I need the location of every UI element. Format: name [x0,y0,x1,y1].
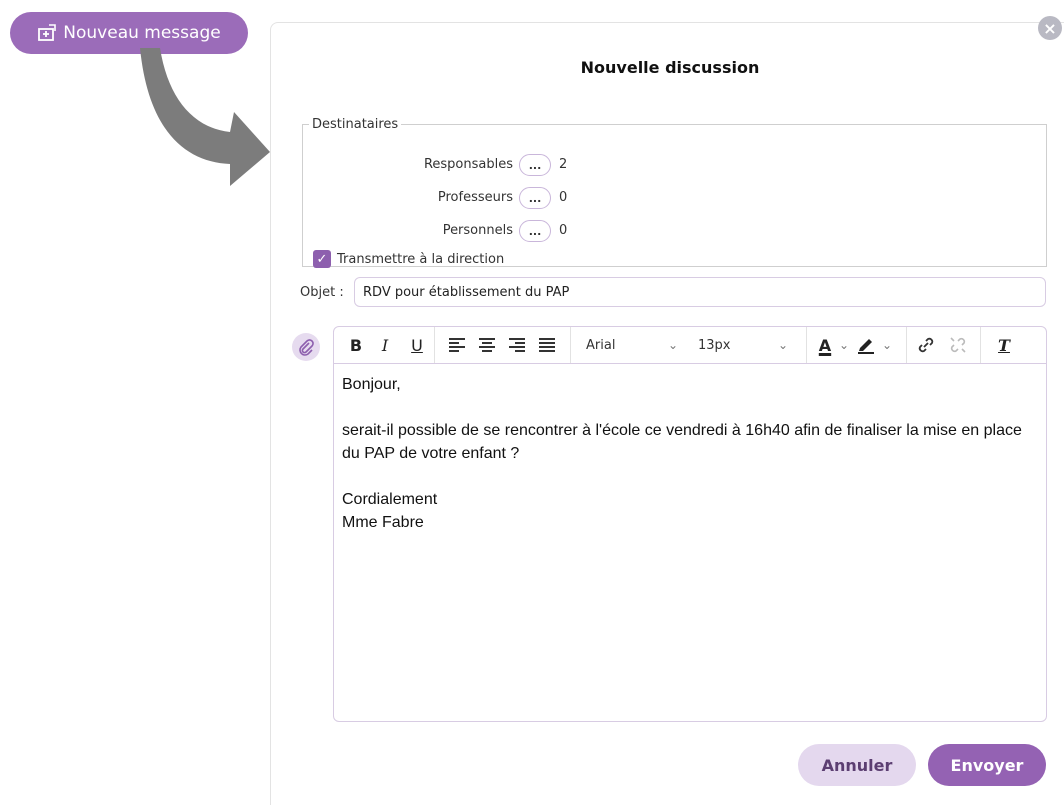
chevron-down-icon: ⌄ [668,338,679,352]
insert-link-button[interactable] [914,327,938,363]
toolbar-separator [806,327,807,363]
chevron-down-icon: ⌄ [778,338,789,352]
send-button[interactable]: Envoyer [928,744,1046,786]
align-right-button[interactable] [506,327,528,363]
body-line: Cordialement [342,491,438,508]
remove-link-button[interactable] [946,327,970,363]
body-line [342,465,1032,488]
message-editor: B I U Arial ⌄ 13px ⌄ A ⌄ ⌄ T Bonjour, se… [333,326,1047,722]
font-family-select[interactable]: Arial [586,327,696,363]
pointer-arrow [140,48,270,186]
toolbar-separator [906,327,907,363]
paperclip-icon [299,339,314,356]
recipient-label: Personnels [442,223,513,238]
select-responsables-button[interactable]: ... [519,154,551,176]
toolbar-separator [434,327,435,363]
new-message-label: Nouveau message [63,23,221,43]
italic-button[interactable]: I [374,327,396,363]
align-center-icon [479,338,495,352]
chevron-down-icon: ⌄ [839,338,850,352]
body-line: Bonjour, [342,376,401,393]
attachment-button[interactable] [292,333,320,361]
subject-input[interactable] [354,277,1046,307]
chevron-down-icon: ⌄ [882,338,893,352]
recipient-label: Responsables [423,157,513,172]
align-center-button[interactable] [476,327,498,363]
recipients-legend: Destinataires [312,117,399,132]
unlink-icon [950,337,966,353]
marker-icon [858,339,874,354]
select-personnels-button[interactable]: ... [519,220,551,242]
underline-button[interactable]: U [406,327,428,363]
message-body[interactable]: Bonjour, serait-il possible de se rencon… [342,373,1032,534]
body-line: serait-il possible de se rencontrer à l'… [342,422,1027,462]
forward-checkbox[interactable]: ✓ [313,250,331,268]
subject-label: Objet : [300,285,344,300]
body-line: Mme Fabre [342,514,424,531]
clear-format-button[interactable]: T [992,327,1016,363]
compose-icon [38,24,57,41]
font-size-select[interactable]: 13px [698,327,788,363]
body-line [342,396,1032,419]
cancel-button[interactable]: Annuler [798,744,916,786]
forward-label: Transmettre à la direction [337,251,505,267]
editor-toolbar: B I U Arial ⌄ 13px ⌄ A ⌄ ⌄ T [334,327,1046,364]
recipient-row-responsables: Responsables ... 2 [303,154,1046,176]
toolbar-separator [570,327,571,363]
highlight-color-button[interactable] [854,327,878,363]
recipients-group: Destinataires Responsables ... 2 Profess… [302,117,1047,268]
close-icon[interactable]: × [1038,16,1062,40]
recipient-label: Professeurs [437,190,513,205]
dialog-title: Nouvelle discussion [580,58,760,77]
recipient-count: 0 [559,190,568,205]
text-color-button[interactable]: A [814,327,836,363]
recipient-row-professeurs: Professeurs ... 0 [303,187,1046,209]
recipient-row-personnels: Personnels ... 0 [303,220,1046,242]
select-professeurs-button[interactable]: ... [519,187,551,209]
recipient-count: 2 [559,157,568,172]
justify-icon [539,338,555,352]
align-left-icon [449,338,465,352]
align-right-icon [509,338,525,352]
link-icon [918,337,934,353]
forward-to-direction-row[interactable]: ✓ Transmettre à la direction [313,250,504,268]
recipient-count: 0 [559,223,568,238]
toolbar-separator [980,327,981,363]
align-left-button[interactable] [446,327,468,363]
justify-button[interactable] [536,327,558,363]
bold-button[interactable]: B [344,327,368,363]
